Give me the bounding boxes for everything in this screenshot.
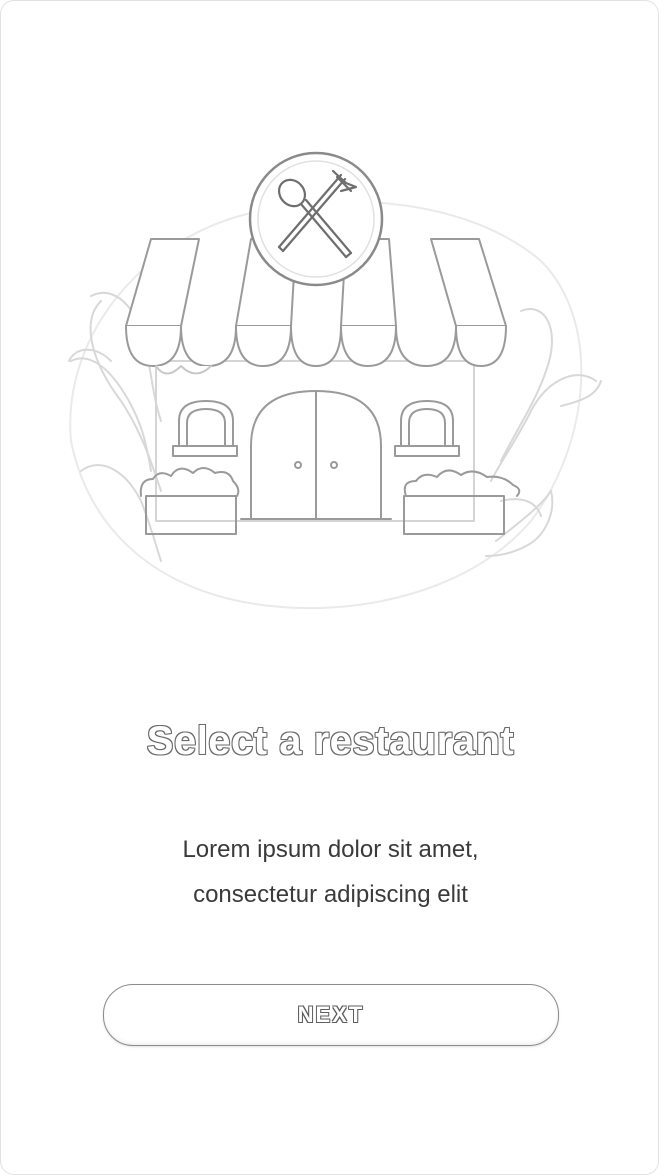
- next-button-label: NEXT: [297, 1002, 365, 1027]
- onboarding-screen: Select a restaurant Lorem ipsum dolor si…: [0, 0, 659, 1175]
- page-subtitle: Lorem ipsum dolor sit amet, consectetur …: [81, 827, 580, 917]
- subtitle-line-1: Lorem ipsum dolor sit amet,: [182, 836, 479, 863]
- right-planter: [403, 469, 521, 535]
- right-window: [394, 400, 460, 457]
- restaurant-storefront-icon: [68, 151, 602, 610]
- spoon-fork-icon: [248, 151, 384, 287]
- next-button[interactable]: NEXT: [103, 984, 559, 1046]
- left-window: [172, 400, 238, 457]
- page-title: Select a restaurant: [146, 719, 515, 763]
- door: [240, 390, 392, 520]
- subtitle-line-2: consectetur adipiscing elit: [193, 881, 468, 908]
